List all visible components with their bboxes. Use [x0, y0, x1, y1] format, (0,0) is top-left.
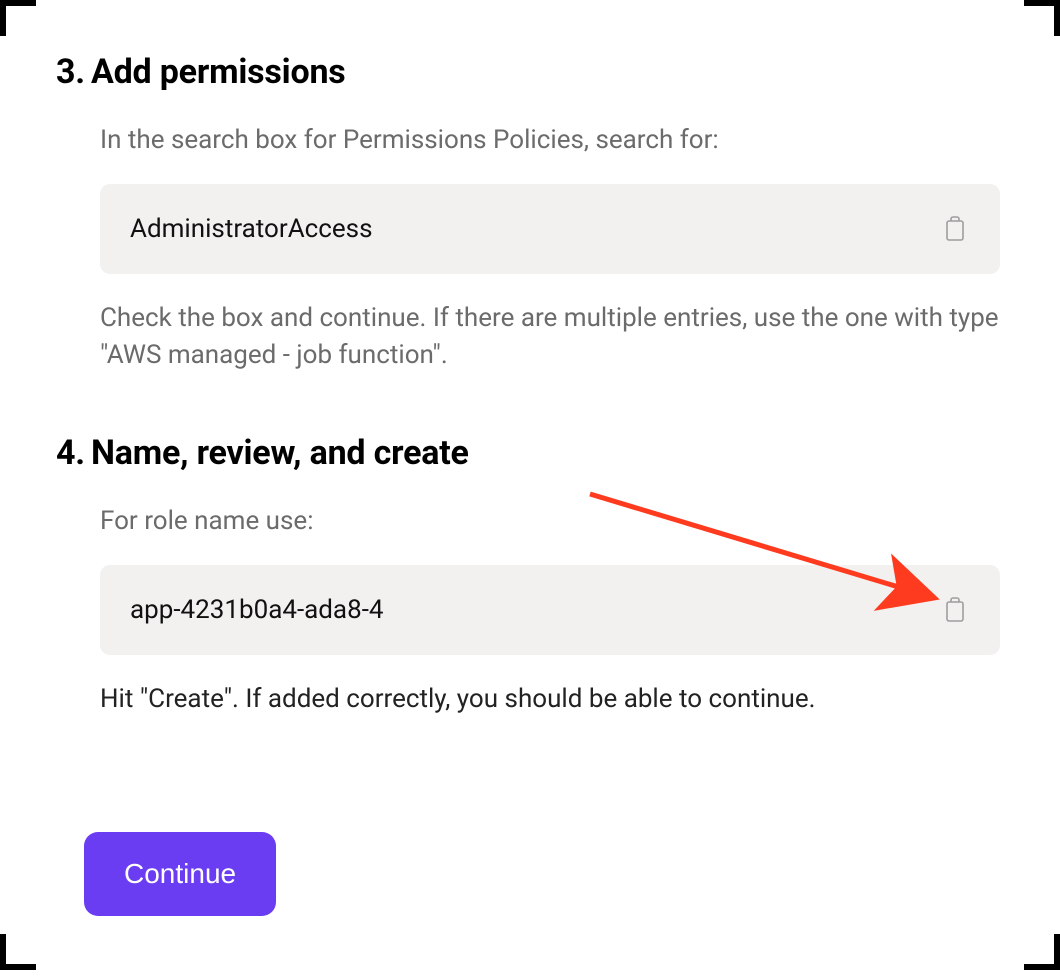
- step-3-code-box: AdministratorAccess: [100, 184, 1000, 274]
- step-4-heading: 4.Name, review, and create: [56, 433, 1000, 473]
- step-3-title: Add permissions: [91, 52, 346, 92]
- step-4-after: Hit "Create". If added correctly, you sh…: [100, 681, 1000, 719]
- step-3: 3.Add permissions In the search box for …: [56, 52, 1000, 375]
- continue-button[interactable]: Continue: [84, 832, 276, 916]
- step-4-code-text: app-4231b0a4-ada8-4: [130, 595, 384, 625]
- step-3-after: Check the box and continue. If there are…: [100, 300, 1000, 375]
- step-4-title: Name, review, and create: [91, 433, 469, 473]
- step-3-code-text: AdministratorAccess: [130, 214, 373, 244]
- instructions-page: 3.Add permissions In the search box for …: [0, 0, 1060, 976]
- step-3-heading: 3.Add permissions: [56, 52, 1000, 92]
- clipboard-icon: [944, 216, 966, 242]
- step-4-intro: For role name use:: [100, 503, 1000, 541]
- step-4-number: 4.: [56, 433, 85, 473]
- step-3-number: 3.: [56, 52, 85, 92]
- step-3-intro: In the search box for Permissions Polici…: [100, 122, 1000, 160]
- step-4: 4.Name, review, and create For role name…: [56, 433, 1000, 718]
- clipboard-icon: [944, 597, 966, 623]
- step-4-code-box: app-4231b0a4-ada8-4: [100, 565, 1000, 655]
- copy-button-step-4[interactable]: [940, 593, 970, 627]
- copy-button-step-3[interactable]: [940, 212, 970, 246]
